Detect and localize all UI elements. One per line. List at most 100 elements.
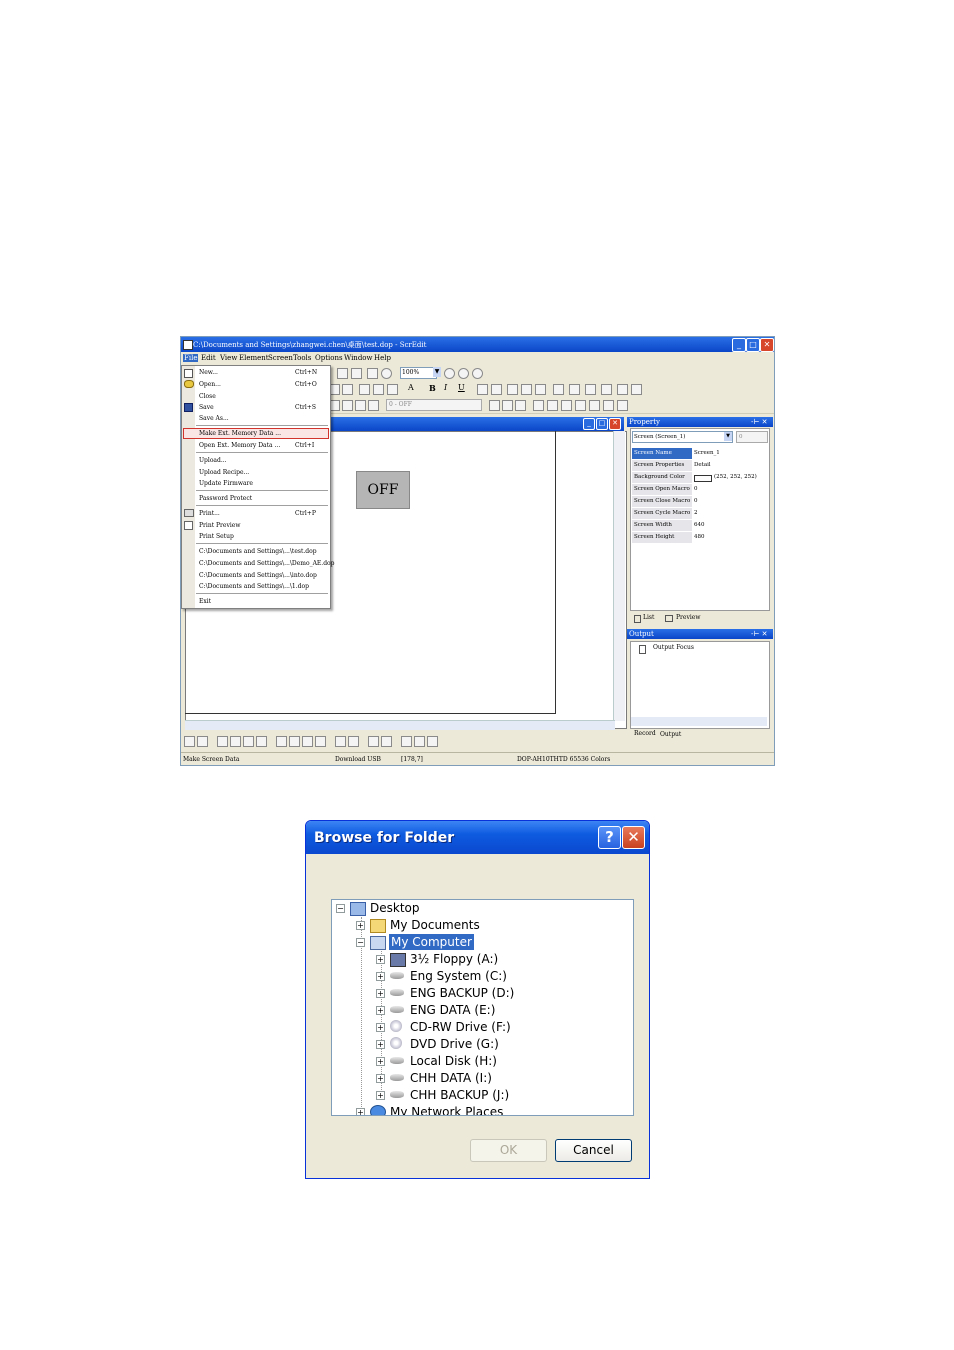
close-icon[interactable]: ✕ <box>622 826 645 849</box>
tree-item-drive-d[interactable]: ENG BACKUP (D:) <box>410 985 514 1001</box>
layout-icon[interactable] <box>585 384 596 395</box>
arrow-down-icon[interactable] <box>387 384 398 395</box>
menu-item-open[interactable]: Open... <box>199 381 221 388</box>
maximize-icon[interactable]: □ <box>746 338 760 352</box>
expand-toggle[interactable]: + <box>376 1091 385 1100</box>
property-row[interactable]: Screen Height 480 <box>632 532 767 543</box>
key-icon[interactable] <box>489 400 500 411</box>
layout-icon[interactable] <box>256 736 267 747</box>
expand-toggle[interactable]: + <box>376 1023 385 1032</box>
close-icon[interactable]: ✕ <box>760 338 774 352</box>
layout-icon[interactable] <box>427 736 438 747</box>
menu-item-make-ext-memory-data[interactable]: Make Ext. Memory Data ... <box>199 430 281 437</box>
doc-restore-icon[interactable]: □ <box>596 418 608 430</box>
bookmark-icon[interactable] <box>515 400 526 411</box>
pen-icon[interactable] <box>477 384 488 395</box>
run-icon[interactable] <box>381 368 392 379</box>
layout-icon[interactable] <box>289 736 300 747</box>
layout-icon[interactable] <box>553 384 564 395</box>
collapse-toggle[interactable]: − <box>356 938 365 947</box>
menu-item-save[interactable]: Save <box>199 404 214 411</box>
menu-item-recent-file[interactable]: C:\Documents and Settings\...\into.dop <box>199 572 317 579</box>
expand-toggle[interactable]: + <box>376 1074 385 1083</box>
layout-icon[interactable] <box>348 736 359 747</box>
zoom-out-icon[interactable] <box>458 368 469 379</box>
layout-icon[interactable] <box>315 736 326 747</box>
tree-item-my-computer[interactable]: My Computer <box>389 934 474 950</box>
tree-item-drive-c[interactable]: Eng System (C:) <box>410 968 507 984</box>
new-screen-icon[interactable] <box>337 368 348 379</box>
layout-icon[interactable] <box>230 736 241 747</box>
expand-toggle[interactable]: + <box>376 1040 385 1049</box>
layout-icon[interactable] <box>276 736 287 747</box>
layout-icon[interactable] <box>184 736 195 747</box>
lock-icon[interactable] <box>631 384 642 395</box>
layout-icon[interactable] <box>414 736 425 747</box>
tool-icon[interactable] <box>575 400 586 411</box>
menu-item-print[interactable]: Print... <box>199 510 220 517</box>
pin-close-icon[interactable]: -⊢ ✕ <box>751 417 767 427</box>
property-row[interactable]: Screen Name Screen_1 <box>632 448 767 459</box>
property-row[interactable]: Background Color (252, 252, 252) <box>632 472 767 483</box>
menu-item-print-preview[interactable]: Print Preview <box>199 522 240 529</box>
tree-item-drive-j[interactable]: CHH BACKUP (J:) <box>410 1087 509 1103</box>
menu-tools[interactable]: Tools <box>293 354 311 362</box>
arrow-right-icon[interactable] <box>547 400 558 411</box>
off-button-element[interactable]: OFF <box>356 471 410 509</box>
doc-close-icon[interactable]: ✕ <box>609 418 621 430</box>
menu-item-recent-file[interactable]: C:\Documents and Settings\...\test.dop <box>199 548 317 555</box>
menu-item-recent-file[interactable]: C:\Documents and Settings\...\Demo_AE.do… <box>199 560 335 567</box>
tab-preview[interactable]: Preview <box>676 614 700 621</box>
fill-icon[interactable] <box>491 384 502 395</box>
layout-icon[interactable] <box>617 384 628 395</box>
zoom-select[interactable]: 100% <box>400 367 437 379</box>
ok-button[interactable]: OK <box>470 1139 547 1162</box>
menu-edit[interactable]: Edit <box>201 354 216 362</box>
tool-icon[interactable] <box>617 400 628 411</box>
chevron-down-icon[interactable]: ▼ <box>724 432 732 441</box>
menu-help[interactable]: Help <box>374 354 391 362</box>
expand-toggle[interactable]: + <box>376 1006 385 1015</box>
menu-item-recent-file[interactable]: C:\Documents and Settings\...\1.dop <box>199 583 309 590</box>
screen-number-field[interactable]: 0 <box>736 431 768 443</box>
output-horizontal-scrollbar[interactable] <box>631 717 767 726</box>
output-focus-item[interactable]: Output Focus <box>653 644 694 651</box>
property-row[interactable]: Screen Cycle Macro 2 <box>632 508 767 519</box>
expand-toggle[interactable]: + <box>376 972 385 981</box>
tree-item-floppy-a[interactable]: 3½ Floppy (A:) <box>410 951 498 967</box>
tab-output[interactable]: Output <box>660 731 681 738</box>
expand-toggle[interactable]: + <box>356 921 365 930</box>
property-row[interactable]: Screen Close Macro 0 <box>632 496 767 507</box>
layout-icon[interactable] <box>335 736 346 747</box>
font-color-icon[interactable]: A <box>408 383 414 392</box>
menu-options[interactable]: Options <box>315 354 343 362</box>
layout-icon[interactable] <box>569 384 580 395</box>
italic-icon[interactable]: I <box>444 383 447 392</box>
zoom-in-icon[interactable] <box>444 368 455 379</box>
layout-icon[interactable] <box>243 736 254 747</box>
element-icon[interactable] <box>355 400 366 411</box>
tab-record[interactable]: Record <box>634 730 656 737</box>
menu-item-password-protect[interactable]: Password Protect <box>199 495 252 502</box>
key-icon[interactable] <box>502 400 513 411</box>
state-select[interactable]: 0 - OFF <box>386 399 482 411</box>
menu-item-upload[interactable]: Upload... <box>199 457 227 464</box>
element-icon[interactable] <box>368 400 379 411</box>
help-icon[interactable]: ? <box>598 826 621 849</box>
property-row[interactable]: Screen Width 640 <box>632 520 767 531</box>
tree-item-my-documents[interactable]: My Documents <box>390 917 480 933</box>
arrow-up-icon[interactable] <box>359 384 370 395</box>
doc-minimize-icon[interactable]: _ <box>583 418 595 430</box>
tree-item-drive-h[interactable]: Local Disk (H:) <box>410 1053 497 1069</box>
hand-icon[interactable] <box>367 368 378 379</box>
bold-icon[interactable]: B <box>429 383 436 393</box>
property-row[interactable]: Screen Open Macro 0 <box>632 484 767 495</box>
menu-item-new[interactable]: New... <box>199 369 218 376</box>
menu-element[interactable]: Element <box>239 354 269 362</box>
arrow-left-icon[interactable] <box>533 400 544 411</box>
menu-item-save-as[interactable]: Save As... <box>199 415 229 422</box>
menu-item-upload-recipe[interactable]: Upload Recipe... <box>199 469 249 476</box>
folder-tree[interactable]: − Desktop + My Documents − My Computer +… <box>331 899 634 1116</box>
expand-toggle[interactable]: + <box>376 1057 385 1066</box>
menu-screen[interactable]: Screen <box>268 354 293 362</box>
